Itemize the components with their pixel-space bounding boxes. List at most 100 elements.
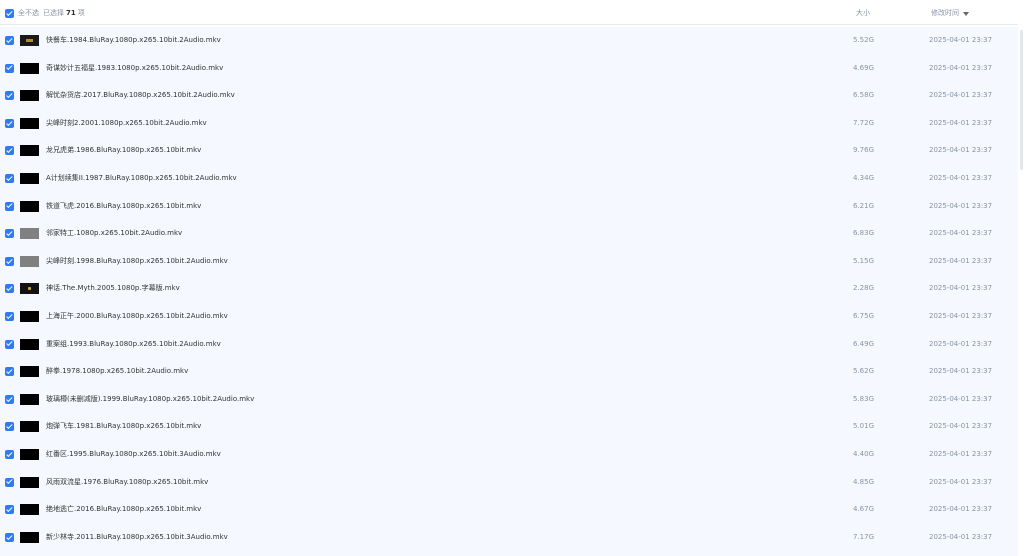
row-checkbox[interactable] xyxy=(5,118,14,128)
video-thumbnail xyxy=(20,90,39,102)
file-modified-date: 2025-04-01 23:37 xyxy=(929,36,993,44)
row-checkbox[interactable] xyxy=(5,229,14,239)
file-name[interactable]: A计划续集II.1987.BluRay.1080p.x265.10bit.2Au… xyxy=(46,173,237,184)
file-row[interactable]: 醉拳.1978.1080p.x265.10bit.2Audio.mkv 5.62G… xyxy=(0,358,1018,386)
row-checkbox[interactable] xyxy=(5,201,14,211)
file-row[interactable]: 绝地逃亡.2016.BluRay.1080p.x265.10bit.mkv 4.6… xyxy=(0,496,1018,524)
file-size: 5.01G xyxy=(853,422,875,431)
file-row[interactable]: 炮弹飞车.1981.BluRay.1080p.x265.10bit.mkv 5.0… xyxy=(0,413,1018,441)
row-checkbox[interactable] xyxy=(5,174,14,183)
file-name[interactable]: 绝地逃亡.2016.BluRay.1080p.x265.10bit.mkv xyxy=(46,504,201,515)
file-name[interactable]: 奇谋妙计五福星.1983.1080p.x265.10bit.2Audio.mkv xyxy=(46,63,223,74)
file-row[interactable]: 邻家特工.1080p.x265.10bit.2Audio.mkv 6.83G 202… xyxy=(0,220,1018,248)
row-checkbox[interactable] xyxy=(5,339,14,349)
file-row[interactable]: A计划续集II.1987.BluRay.1080p.x265.10bit.2Au… xyxy=(0,165,1018,193)
file-modified-date: 2025-04-01 23:37 xyxy=(929,146,993,155)
file-modified-date: 2025-04-01 23:37 xyxy=(929,91,993,100)
file-name[interactable]: 醉拳.1978.1080p.x265.10bit.2Audio.mkv xyxy=(46,366,188,377)
video-thumbnail xyxy=(20,449,39,460)
file-size: 6.75G xyxy=(853,312,875,320)
video-thumbnail xyxy=(20,255,39,267)
video-thumbnail xyxy=(20,228,39,240)
video-thumbnail xyxy=(20,393,39,405)
file-row[interactable]: 神话.The.Myth.2005.1080p.字幕版.mkv 2.28G 2025-… xyxy=(0,275,1018,303)
row-checkbox[interactable] xyxy=(5,284,14,294)
file-size: 7.72G xyxy=(853,118,875,127)
file-row[interactable]: 尖峰时刻2.2001.1080p.x265.10bit.2Audio.mkv 7.… xyxy=(0,110,1018,138)
row-checkbox[interactable] xyxy=(5,394,14,404)
file-size: 4.34G xyxy=(853,174,875,182)
column-header-size[interactable]: 大小 xyxy=(856,8,870,19)
file-modified-date: 2025-04-01 23:37 xyxy=(929,477,993,486)
sort-desc-icon[interactable] xyxy=(963,12,969,16)
file-size: 5.62G xyxy=(853,367,875,376)
file-row[interactable]: 尖峰时刻.1998.BluRay.1080p.x265.10bit.2Audio… xyxy=(0,248,1018,276)
file-size: 6.58G xyxy=(853,91,875,100)
select-all-checkbox[interactable] xyxy=(5,9,14,18)
file-row[interactable]: 快餐车.1984.BluRay.1080p.x265.10bit.2Audio.… xyxy=(0,27,1018,55)
file-modified-date: 2025-04-01 23:37 xyxy=(929,118,993,127)
file-modified-date: 2025-04-01 23:37 xyxy=(929,505,993,514)
file-name[interactable]: 快餐车.1984.BluRay.1080p.x265.10bit.2Audio.… xyxy=(46,35,221,46)
file-row[interactable]: 龙兄虎弟.1986.BluRay.1080p.x265.10bit.mkv 9.7… xyxy=(0,137,1018,165)
selection-prefix: 已选择 xyxy=(43,9,64,17)
row-checkbox[interactable] xyxy=(5,36,14,45)
row-checkbox[interactable] xyxy=(5,146,14,156)
file-row[interactable]: 风雨双流星.1976.BluRay.1080p.x265.10bit.mkv 4.… xyxy=(0,469,1018,497)
row-checkbox[interactable] xyxy=(5,532,14,542)
row-checkbox[interactable] xyxy=(5,63,14,73)
video-thumbnail xyxy=(20,311,39,322)
row-checkbox[interactable] xyxy=(5,91,14,101)
file-modified-date: 2025-04-01 23:37 xyxy=(929,450,993,458)
file-name[interactable]: 新少林寺.2011.BluRay.1080p.x265.10bit.3Audio… xyxy=(46,532,228,543)
row-checkbox[interactable] xyxy=(5,450,14,459)
file-size: 6.49G xyxy=(853,339,875,348)
file-modified-date: 2025-04-01 23:37 xyxy=(929,229,993,238)
file-row[interactable]: 铁道飞虎.2016.BluRay.1080p.x265.10bit.mkv 6.2… xyxy=(0,193,1018,221)
file-name[interactable]: 红番区.1995.BluRay.1080p.x265.10bit.3Audio.… xyxy=(46,449,221,460)
file-size: 2.28G xyxy=(853,284,875,293)
file-name[interactable]: 邻家特工.1080p.x265.10bit.2Audio.mkv xyxy=(46,228,182,239)
scrollbar-thumb[interactable] xyxy=(1020,30,1023,170)
file-row[interactable]: 解忧杂货店.2017.BluRay.1080p.x265.10bit.2Audi… xyxy=(0,82,1018,110)
row-checkbox[interactable] xyxy=(5,312,14,321)
file-row[interactable]: 玻璃樽(未删减版).1999.BluRay.1080p.x265.10bit.2… xyxy=(0,386,1018,414)
file-size: 5.52G xyxy=(853,36,875,44)
file-name[interactable]: 重案组.1993.BluRay.1080p.x265.10bit.2Audio.… xyxy=(46,339,221,350)
file-row[interactable]: 新少林寺.2011.BluRay.1080p.x265.10bit.3Audio… xyxy=(0,524,1018,552)
file-row[interactable]: 红番区.1995.BluRay.1080p.x265.10bit.3Audio.… xyxy=(0,441,1018,469)
file-name[interactable]: 尖峰时刻2.2001.1080p.x265.10bit.2Audio.mkv xyxy=(46,118,207,129)
file-size: 6.83G xyxy=(853,229,875,238)
file-name[interactable]: 解忧杂货店.2017.BluRay.1080p.x265.10bit.2Audi… xyxy=(46,90,235,101)
file-row[interactable]: 上海正午.2000.BluRay.1080p.x265.10bit.2Audio… xyxy=(0,303,1018,331)
select-all-label[interactable]: 全不选 xyxy=(18,8,39,19)
file-size: 4.40G xyxy=(853,450,875,458)
video-thumbnail xyxy=(20,421,39,433)
file-modified-date: 2025-04-01 23:37 xyxy=(929,256,993,265)
row-checkbox[interactable] xyxy=(5,477,14,487)
file-name[interactable]: 尖峰时刻.1998.BluRay.1080p.x265.10bit.2Audio… xyxy=(46,256,228,267)
file-name[interactable]: 铁道飞虎.2016.BluRay.1080p.x265.10bit.mkv xyxy=(46,201,201,212)
file-name[interactable]: 神话.The.Myth.2005.1080p.字幕版.mkv xyxy=(46,283,180,294)
file-size: 4.85G xyxy=(853,477,875,486)
video-thumbnail xyxy=(20,504,39,516)
row-checkbox[interactable] xyxy=(5,367,14,377)
file-modified-date: 2025-04-01 23:37 xyxy=(929,201,993,210)
file-modified-date: 2025-04-01 23:37 xyxy=(929,532,993,541)
row-checkbox[interactable] xyxy=(5,505,14,515)
row-checkbox[interactable] xyxy=(5,422,14,432)
file-name[interactable]: 玻璃樽(未删减版).1999.BluRay.1080p.x265.10bit.2… xyxy=(46,394,254,405)
file-name[interactable]: 风雨双流星.1976.BluRay.1080p.x265.10bit.mkv xyxy=(46,477,208,488)
row-checkbox[interactable] xyxy=(5,256,14,266)
column-header-modified-time[interactable]: 修改时间 xyxy=(931,8,959,19)
file-name[interactable]: 龙兄虎弟.1986.BluRay.1080p.x265.10bit.mkv xyxy=(46,145,201,156)
file-name[interactable]: 上海正午.2000.BluRay.1080p.x265.10bit.2Audio… xyxy=(46,311,228,322)
video-thumbnail xyxy=(20,366,39,378)
file-name[interactable]: 炮弹飞车.1981.BluRay.1080p.x265.10bit.mkv xyxy=(46,421,201,432)
file-row[interactable]: 奇谋妙计五福星.1983.1080p.x265.10bit.2Audio.mkv… xyxy=(0,55,1018,83)
file-row[interactable]: 重案组.1993.BluRay.1080p.x265.10bit.2Audio.… xyxy=(0,331,1018,359)
file-modified-date: 2025-04-01 23:37 xyxy=(929,63,993,72)
video-thumbnail xyxy=(20,145,39,157)
file-size: 4.69G xyxy=(853,63,875,72)
video-thumbnail xyxy=(20,531,39,543)
